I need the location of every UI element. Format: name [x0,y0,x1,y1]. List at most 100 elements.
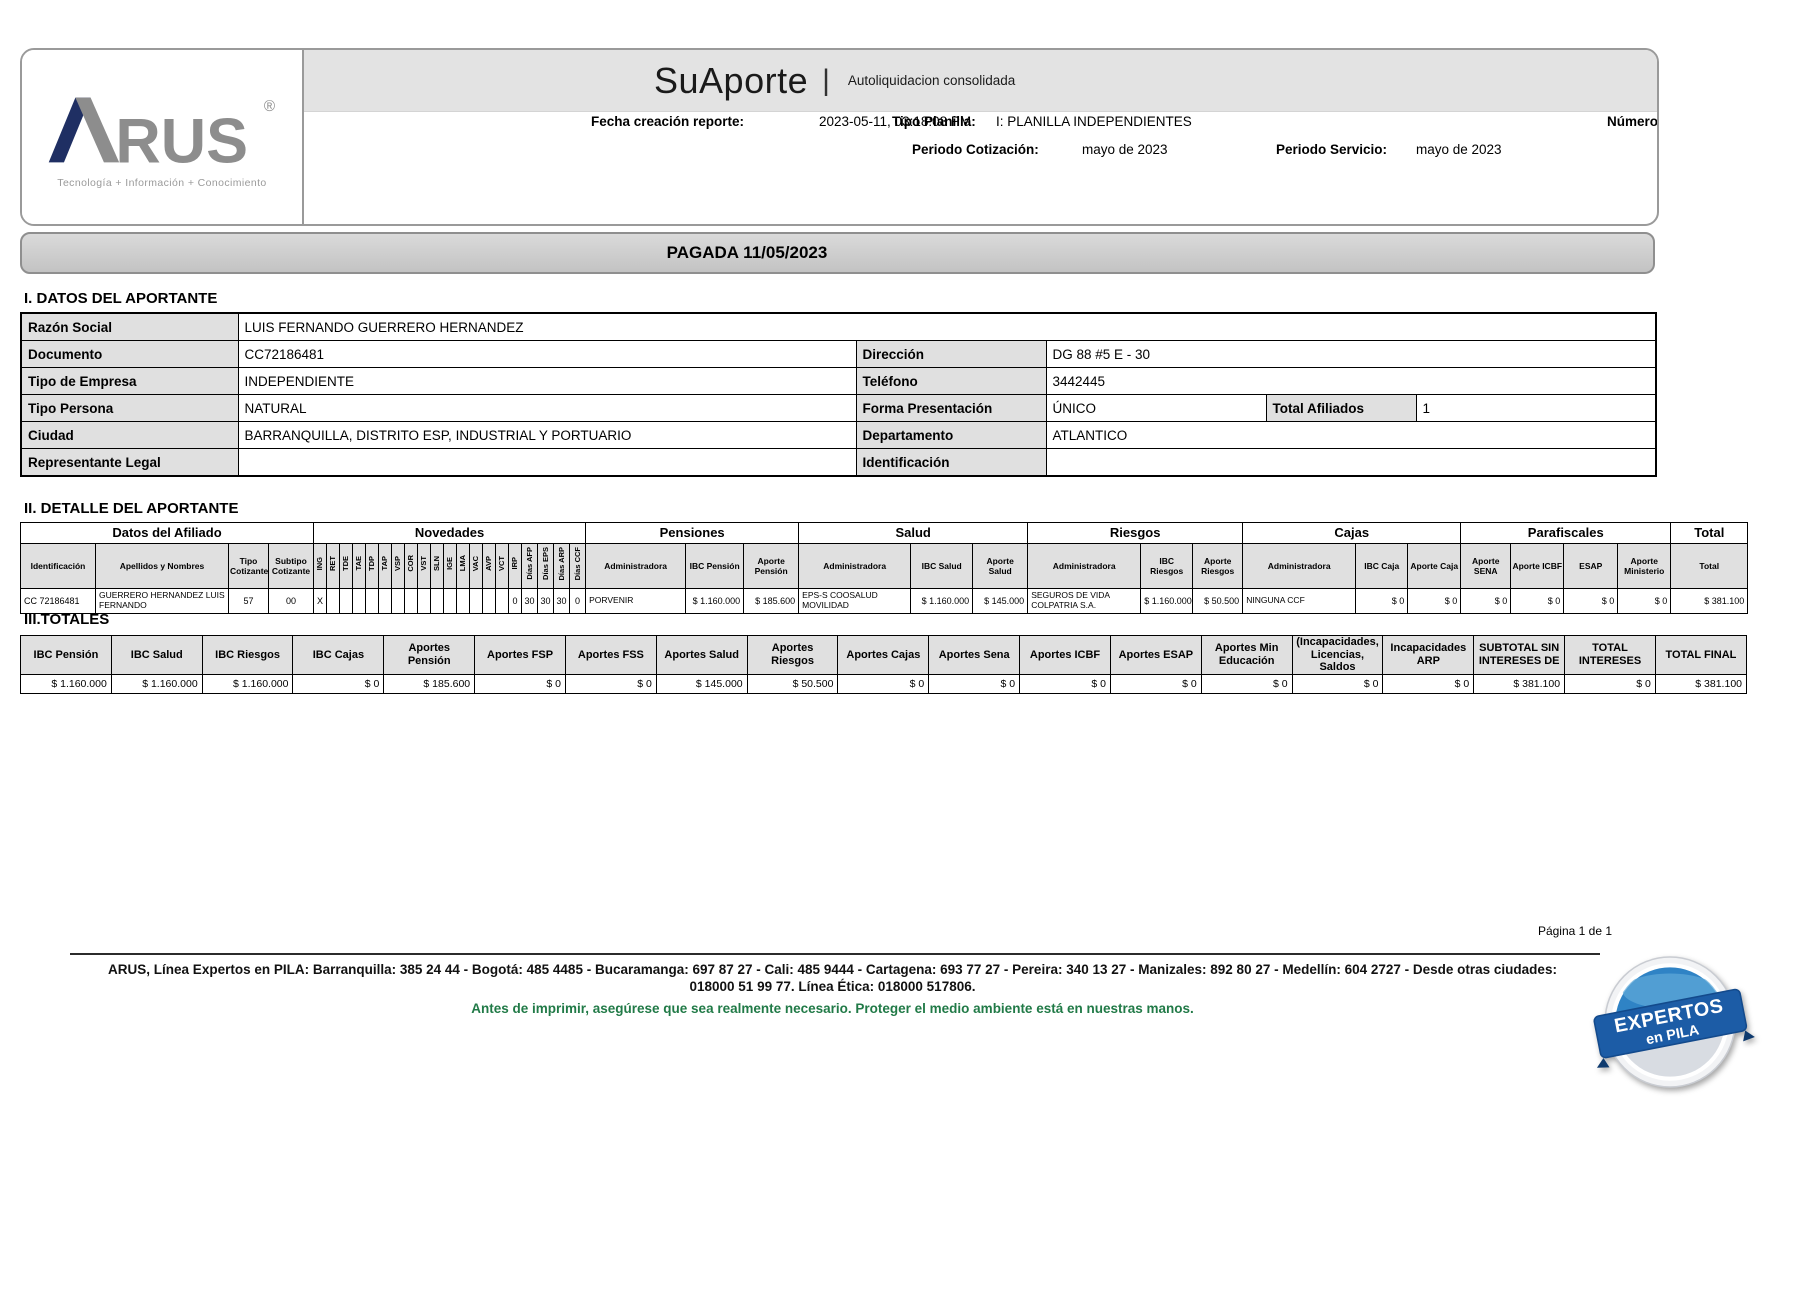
section1-title: I. DATOS DEL APORTANTE [24,290,218,307]
cell-ibc-salud: $ 1.160.000 [910,588,974,614]
tot-col-ibc-salud: IBC Salud [110,635,203,675]
group-parafiscales: Parafiscales [1460,522,1672,544]
col-salud-admin: Administradora [798,543,912,589]
col-nov-tae: TAE [352,543,366,589]
section3-title: III.TOTALES [24,611,110,628]
cell-nombre: GUERRERO HERNANDEZ LUIS FERNANDO [95,588,229,614]
col-aporte-ministerio: Aporte Ministerio [1617,543,1672,589]
cell-aporte-sena: $ 0 [1460,588,1512,614]
total-afiliados-value: 1 [1415,394,1657,422]
documento-value: CC72186481 [237,340,857,368]
tot-col-incapacidades-arp: Incapacidades ARP [1382,635,1475,675]
identificacion-value [1045,448,1657,477]
tot-col-aportes-sena: Aportes Sena [928,635,1021,675]
tot-col-aportes-pension: Aportes Pensión [383,635,476,675]
col-riesgos-admin: Administradora [1027,543,1142,589]
periodo-cotizacion-value: mayo de 2023 [1082,142,1168,157]
direccion-label: Dirección [855,340,1047,368]
tot-aportes-salud: $ 145.000 [655,673,748,694]
tot-col-ibc-pension: IBC Pensión [20,635,112,675]
footer-contact-line: ARUS, Línea Expertos en PILA: Barranquil… [108,962,1557,994]
tot-aportes-esap: $ 0 [1109,673,1202,694]
cell-nov-sln [430,588,444,614]
cell-nov-vct [495,588,509,614]
tot-aportes-min-educacion: $ 0 [1200,673,1293,694]
col-nov-tdp: TDP [365,543,379,589]
col-aporte-icbf: Aporte ICBF [1510,543,1565,589]
col-apellidos-nombres: Apellidos y Nombres [95,543,229,589]
expertos-pila-badge: EXPERTOS en PILA [1593,956,1755,1088]
tot-ibc-riesgos: $ 1.160.000 [201,673,294,694]
tot-col-aportes-esap: Aportes ESAP [1109,635,1202,675]
total-afiliados-label: Total Afiliados [1265,394,1417,422]
app-subtitle: Autoliquidacion consolidada [847,73,1016,88]
cell-esap: $ 0 [1563,588,1619,614]
forma-presentacion-value: ÚNICO [1045,394,1267,422]
col-dias-eps: Días EPS [537,543,554,589]
header-right-pane: SuAporte | Autoliquidacion consolidada F… [304,50,1657,224]
cell-nov-lma [456,588,470,614]
arus-logo: RUS ® Tecnología + Información + Conocim… [22,50,304,224]
cell-nov-ing: X [313,588,327,614]
cell-dias-afp: 30 [521,588,538,614]
col-identificacion: Identificación [20,543,96,589]
tot-aportes-fsp: $ 0 [474,673,566,694]
group-total: Total [1670,522,1749,544]
status-banner-text: PAGADA 11/05/2023 [666,243,828,262]
col-nov-ing: ING [313,543,327,589]
col-aporte-caja: Aporte Caja [1407,543,1462,589]
cell-total: $ 381.100 [1670,588,1749,614]
col-ibc-caja: IBC Caja [1355,543,1409,589]
tot-col-total-final: TOTAL FINAL [1654,635,1748,675]
cell-nov-ige [443,588,457,614]
col-aporte-salud: Aporte Salud [972,543,1029,589]
cell-nov-tdp [365,588,379,614]
group-novedades: Novedades [312,522,587,544]
footer-eco-line: Antes de imprimir, asegúrese que sea rea… [471,1001,1194,1016]
razon-social-value: LUIS FERNANDO GUERRERO HERNANDEZ [237,312,1657,341]
col-dias-arp: Días ARP [553,543,570,589]
cell-riesgos-admin: SEGUROS DE VIDA COLPATRIA S.A. [1027,588,1142,614]
totales-table: IBC Pensión IBC Salud IBC Riesgos IBC Ca… [20,635,1748,694]
tot-ibc-salud: $ 1.160.000 [110,673,203,694]
tot-ibc-pension: $ 1.160.000 [20,673,112,694]
status-banner: PAGADA 11/05/2023 [20,232,1655,274]
tot-col-aportes-salud: Aportes Salud [655,635,748,675]
group-riesgos: Riesgos [1027,522,1244,544]
cell-nov-tae [352,588,366,614]
cell-ibc-pension: $ 1.160.000 [685,588,745,614]
telefono-value: 3442445 [1045,367,1657,395]
cell-ibc-riesgos: $ 1.160.000 [1140,588,1194,614]
tot-aportes-cajas: $ 0 [837,673,930,694]
arus-tagline: Tecnología + Información + Conocimiento [57,177,267,189]
tipo-empresa-value: INDEPENDIENTE [237,367,857,395]
periodo-servicio-label: Periodo Servicio: [1276,142,1388,157]
logo-brand-text: RUS [115,106,248,175]
documento-label: Documento [20,340,239,368]
tot-total-final: $ 381.100 [1654,673,1748,694]
numero-planilla-label: Número Planilla: [1607,114,1659,129]
tipo-persona-label: Tipo Persona [20,394,239,422]
tot-aportes-icbf: $ 0 [1019,673,1111,694]
totales-row: $ 1.160.000 $ 1.160.000 $ 1.160.000 $ 0 … [20,673,1748,694]
tot-aportes-sena: $ 0 [928,673,1021,694]
tot-aportes-fss: $ 0 [564,673,657,694]
tot-col-aportes-fss: Aportes FSS [564,635,657,675]
col-nov-ige: IGE [443,543,457,589]
col-aporte-riesgos: Aporte Riesgos [1192,543,1244,589]
col-nov-vsp: VSP [391,543,405,589]
col-esap: ESAP [1563,543,1619,589]
col-nov-lma: LMA [456,543,470,589]
col-subtipo-cotizante: Subtipo Cotizante [268,543,314,589]
app-title: SuAporte [654,59,809,101]
col-tipo-cotizante: Tipo Cotizante [228,543,269,589]
title-divider: | [822,63,830,97]
cell-aporte-ministerio: $ 0 [1617,588,1672,614]
col-nov-ret: RET [326,543,340,589]
tipo-planilla-value: I: PLANILLA INDEPENDIENTES [996,114,1192,129]
col-nov-sln: SLN [430,543,444,589]
tipo-empresa-label: Tipo de Empresa [20,367,239,395]
col-nov-irp: IRP [508,543,522,589]
cell-nov-vac [469,588,483,614]
detalle-table: Datos del Afiliado Novedades Pensiones S… [20,522,1749,614]
